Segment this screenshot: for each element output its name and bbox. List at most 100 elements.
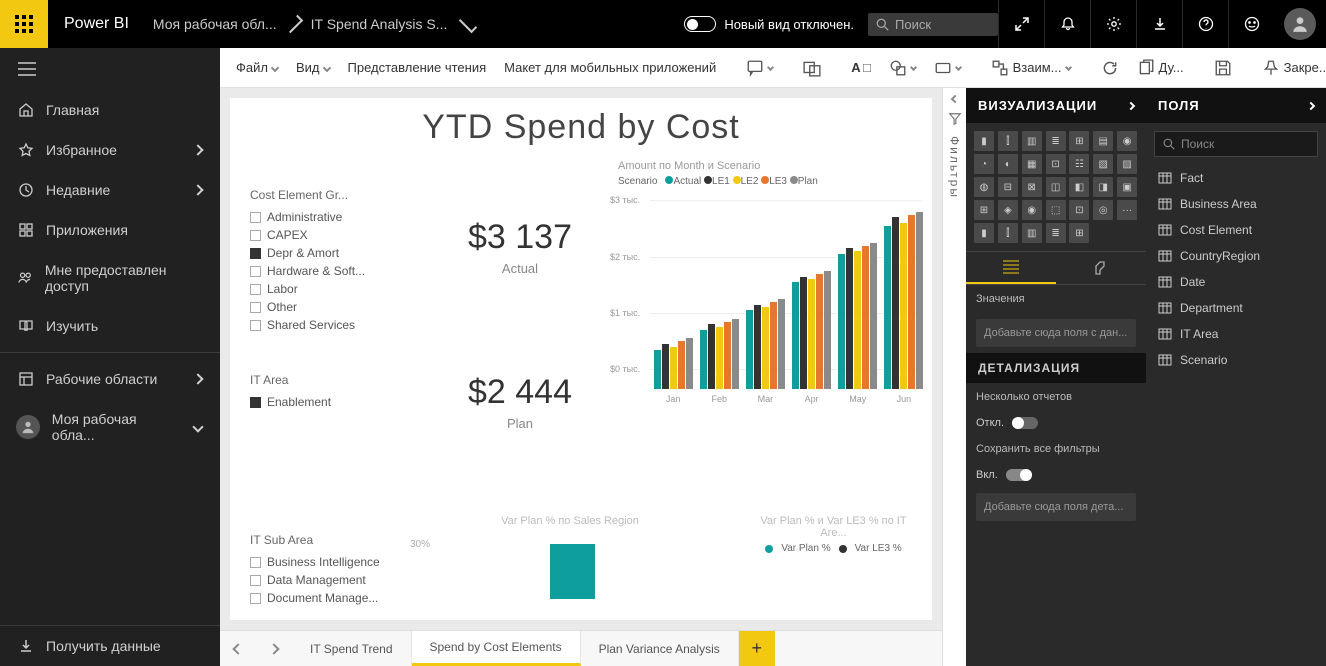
field-table[interactable]: Scenario — [1146, 347, 1326, 373]
chart-var-plan-region[interactable]: Var Plan % по Sales Region 30% — [410, 513, 730, 599]
viz-type-button[interactable]: ≣ — [1046, 131, 1066, 151]
cross-report-toggle[interactable]: Откл. — [966, 411, 1146, 435]
viz-type-button[interactable]: ▥ — [1022, 223, 1042, 243]
viz-type-button[interactable]: ◨ — [1093, 177, 1113, 197]
viz-type-button[interactable]: ⊡ — [1069, 200, 1089, 220]
ribbon-duplicate[interactable]: Ду... — [1131, 56, 1190, 80]
viz-type-button[interactable]: ⬚ — [1046, 200, 1066, 220]
ribbon-group-button[interactable] — [797, 56, 827, 80]
ribbon-file[interactable]: Файл — [230, 57, 284, 78]
viz-type-button[interactable]: ▤ — [1093, 131, 1113, 151]
nav-toggle[interactable] — [0, 48, 220, 90]
ribbon-refresh-button[interactable] — [1095, 56, 1125, 80]
viz-type-button[interactable]: ◎ — [1093, 200, 1113, 220]
chart-amount-by-month[interactable]: Amount по Month и Scenario Scenario Actu… — [610, 158, 927, 468]
nav-favorites[interactable]: Избранное — [0, 130, 220, 170]
viz-type-button[interactable]: ◈ — [998, 200, 1018, 220]
viz-type-button[interactable]: ◍ — [974, 177, 994, 197]
card-actual[interactable]: $3 137 Actual — [445, 218, 595, 276]
add-page-button[interactable]: + — [739, 631, 775, 666]
viz-type-button[interactable]: ◉ — [1022, 200, 1042, 220]
breadcrumb-report[interactable]: IT Spend Analysis S... — [303, 16, 456, 32]
ribbon-shapes-button[interactable] — [883, 56, 922, 80]
nav-get-data[interactable]: Получить данные — [0, 625, 220, 666]
slicer-item[interactable]: Enablement — [250, 393, 400, 411]
settings-button[interactable] — [1090, 0, 1136, 48]
ribbon-save-button[interactable] — [1208, 56, 1238, 80]
fields-tab[interactable] — [966, 252, 1056, 284]
nav-home[interactable]: Главная — [0, 90, 220, 130]
nav-recent[interactable]: Недавние — [0, 170, 220, 210]
ribbon-view[interactable]: Вид — [290, 57, 336, 78]
nav-shared[interactable]: Мне предоставлен доступ — [0, 250, 220, 306]
nav-apps[interactable]: Приложения — [0, 210, 220, 250]
chart-var-plan-it-area[interactable]: Var Plan % и Var LE3 % по IT Are... Var … — [740, 513, 927, 556]
nav-workspaces[interactable]: Рабочие области — [0, 359, 220, 399]
viz-type-button[interactable]: ☷ — [1069, 154, 1089, 174]
viz-type-button[interactable]: ◐ — [998, 154, 1018, 174]
download-button[interactable] — [1136, 0, 1182, 48]
slicer-item[interactable]: Document Manage... — [250, 589, 420, 607]
field-table[interactable]: Cost Element — [1146, 217, 1326, 243]
field-table[interactable]: Department — [1146, 295, 1326, 321]
fullscreen-button[interactable] — [998, 0, 1044, 48]
viz-type-button[interactable]: ⊡ — [1046, 154, 1066, 174]
viz-type-button[interactable]: ▮ — [974, 131, 994, 151]
filters-pane-collapsed[interactable]: Фильтры — [942, 88, 966, 666]
new-look-toggle[interactable]: Новый вид отключен. — [670, 16, 868, 32]
viz-type-button[interactable]: ◔ — [974, 154, 994, 174]
viz-type-button[interactable]: ⫿ — [998, 223, 1018, 243]
ribbon-text-button[interactable]: A — [845, 57, 876, 78]
viz-panel-header[interactable]: ВИЗУАЛИЗАЦИИ — [966, 88, 1146, 123]
viz-type-button[interactable]: ▧ — [1093, 154, 1113, 174]
field-table[interactable]: IT Area — [1146, 321, 1326, 347]
ribbon-interactions[interactable]: Взаим... — [985, 56, 1077, 80]
slicer-item[interactable]: Administrative — [250, 208, 400, 226]
user-avatar[interactable] — [1284, 8, 1316, 40]
slicer-cost-element[interactable]: Cost Element Gr... AdministrativeCAPEXDe… — [250, 188, 400, 334]
values-dropzone[interactable]: Добавьте сюда поля с дан... — [976, 319, 1136, 347]
viz-type-button[interactable]: ▣ — [1117, 177, 1137, 197]
tab-next-button[interactable] — [256, 631, 292, 666]
slicer-item[interactable]: Other — [250, 298, 400, 316]
search-box[interactable]: Поиск — [868, 13, 998, 36]
fields-panel-header[interactable]: ПОЛЯ — [1146, 88, 1326, 123]
tab-spend-by-cost[interactable]: Spend by Cost Elements — [412, 631, 581, 666]
tab-plan-variance[interactable]: Plan Variance Analysis — [581, 631, 739, 666]
drillthrough-dropzone[interactable]: Добавьте сюда поля дета... — [976, 493, 1136, 521]
format-tab[interactable] — [1056, 252, 1146, 284]
viz-type-button[interactable]: ⫿ — [998, 131, 1018, 151]
app-launcher[interactable] — [0, 0, 48, 48]
ribbon-reading-view[interactable]: Представление чтения — [342, 57, 493, 78]
viz-type-button[interactable]: ⊞ — [974, 200, 994, 220]
feedback-button[interactable] — [1228, 0, 1274, 48]
ribbon-mobile-layout[interactable]: Макет для мобильных приложений — [498, 57, 722, 78]
field-table[interactable]: CountryRegion — [1146, 243, 1326, 269]
nav-my-workspace[interactable]: Моя рабочая обла... — [0, 399, 220, 455]
breadcrumb-workspace[interactable]: Моя рабочая обл... — [145, 16, 285, 32]
field-table[interactable]: Business Area — [1146, 191, 1326, 217]
slicer-it-area[interactable]: IT Area Enablement — [250, 373, 400, 411]
viz-type-button[interactable]: ▮ — [974, 223, 994, 243]
notifications-button[interactable] — [1044, 0, 1090, 48]
nav-learn[interactable]: Изучить — [0, 306, 220, 346]
ribbon-pin[interactable]: Закре... — [1256, 56, 1326, 80]
field-table[interactable]: Date — [1146, 269, 1326, 295]
viz-type-button[interactable]: ⊟ — [998, 177, 1018, 197]
viz-type-button[interactable]: ▨ — [1117, 154, 1137, 174]
ribbon-comment-button[interactable] — [740, 56, 779, 80]
tab-it-spend-trend[interactable]: IT Spend Trend — [292, 631, 412, 666]
slicer-item[interactable]: Data Management — [250, 571, 420, 589]
viz-type-button[interactable]: ◉ — [1117, 131, 1137, 151]
ribbon-button-button[interactable] — [928, 56, 967, 80]
viz-type-button[interactable]: ⊞ — [1069, 223, 1089, 243]
slicer-it-sub-area[interactable]: IT Sub Area Business IntelligenceData Ma… — [250, 533, 420, 607]
viz-type-button[interactable]: ◧ — [1069, 177, 1089, 197]
card-plan[interactable]: $2 444 Plan — [445, 373, 595, 431]
toggle-switch[interactable] — [684, 16, 716, 32]
report-canvas[interactable]: YTD Spend by Cost Cost Element Gr... Adm… — [230, 98, 932, 620]
field-table[interactable]: Fact — [1146, 165, 1326, 191]
tab-prev-button[interactable] — [220, 631, 256, 666]
slicer-item[interactable]: Shared Services — [250, 316, 400, 334]
slicer-item[interactable]: Business Intelligence — [250, 553, 420, 571]
